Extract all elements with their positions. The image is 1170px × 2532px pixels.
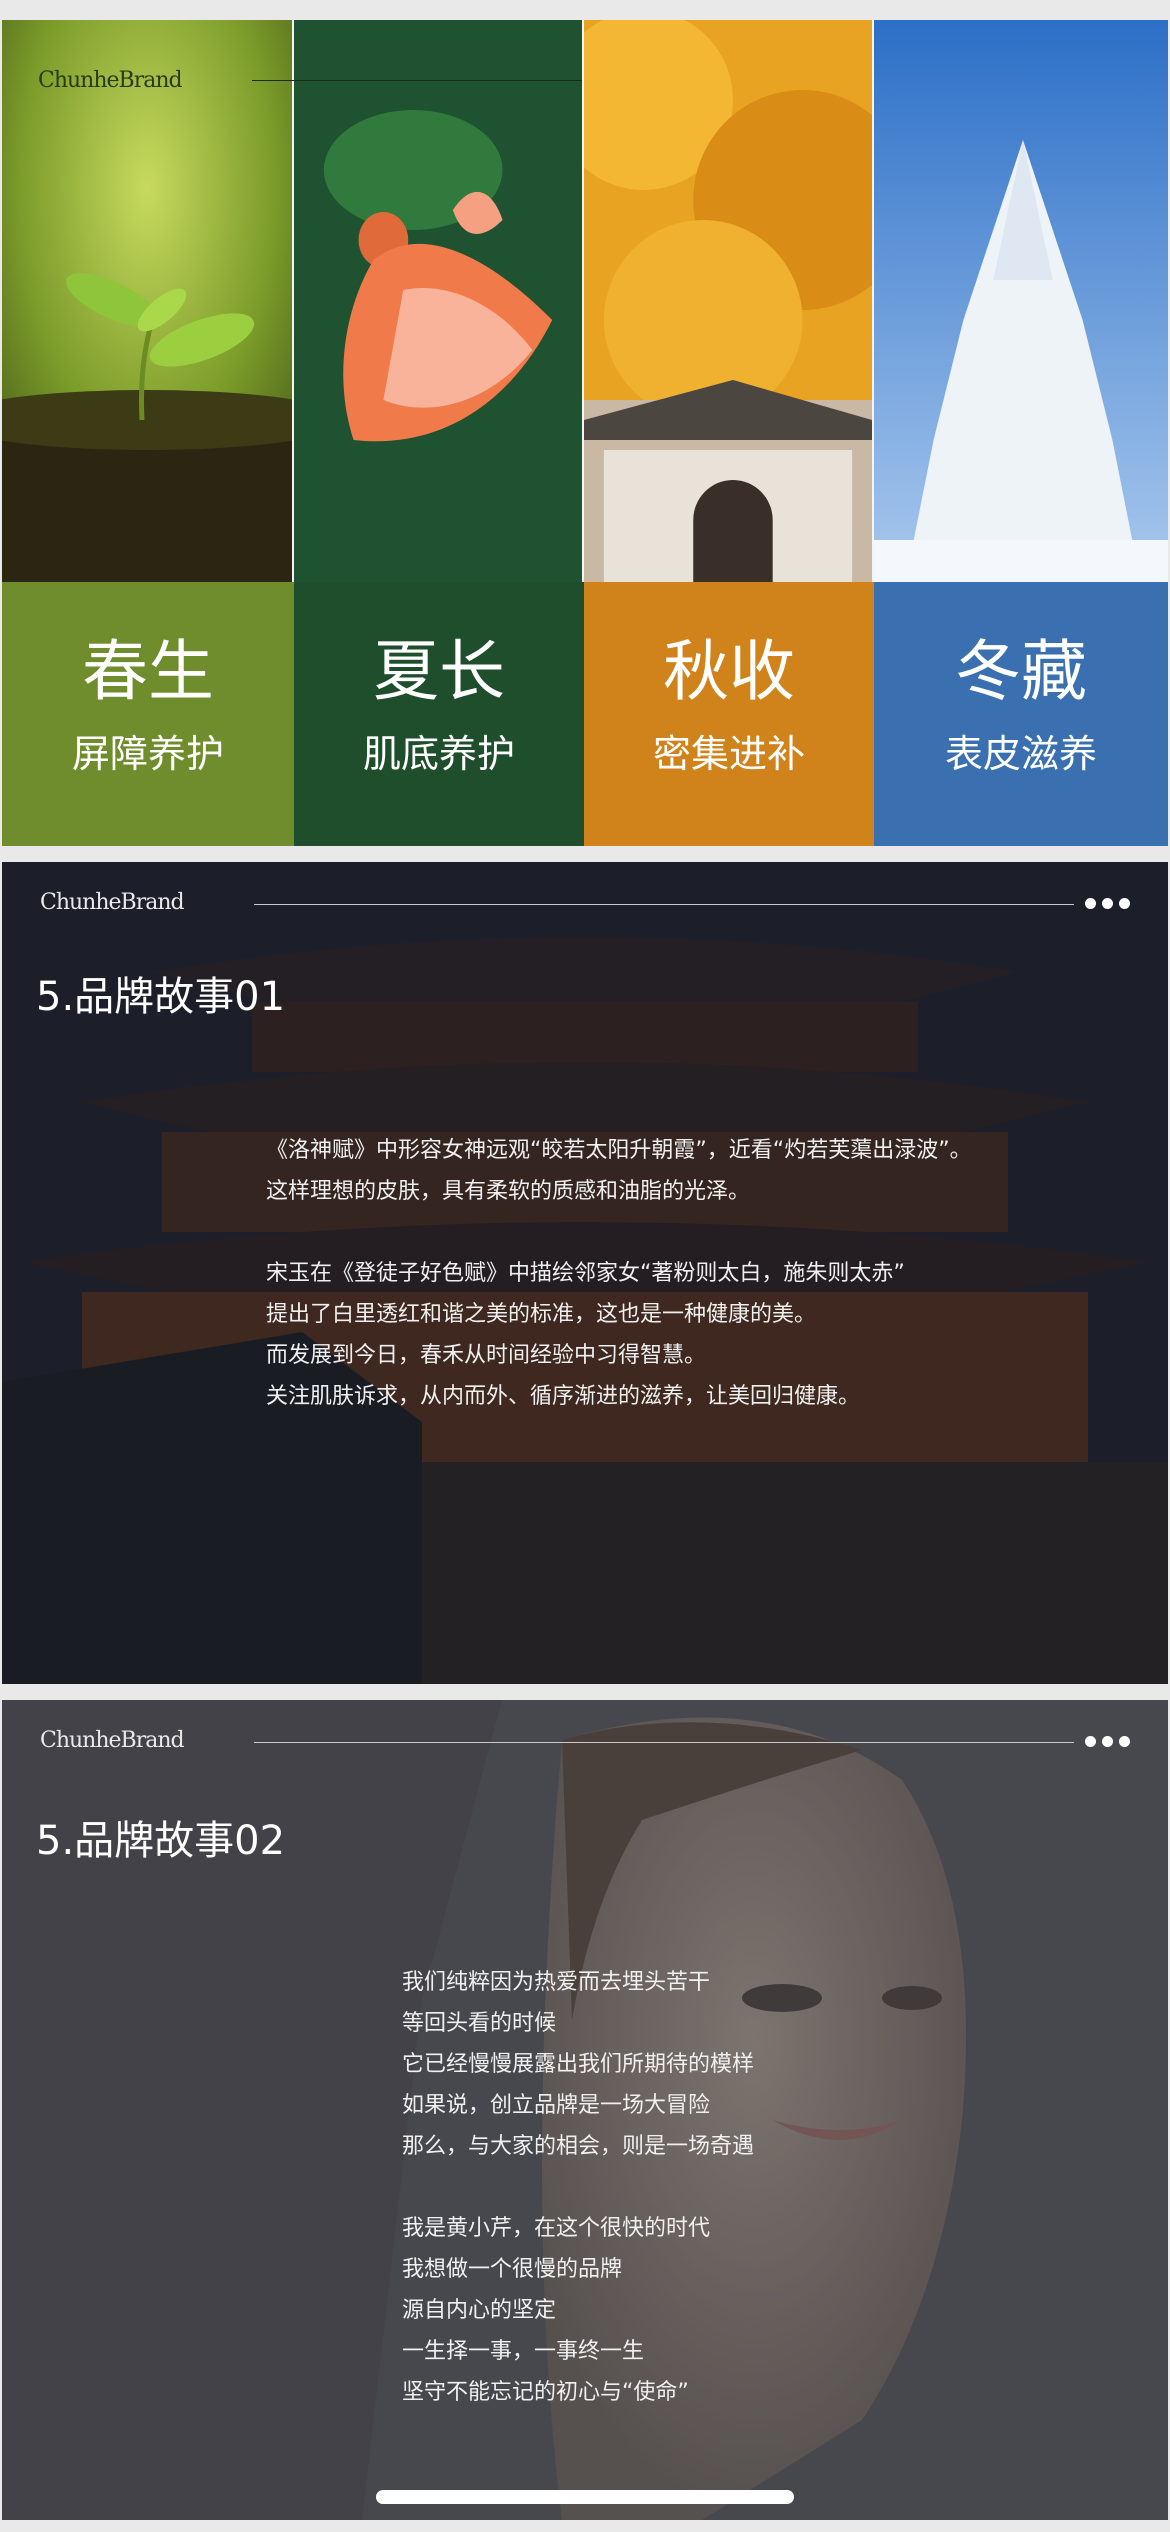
brand-divider [254, 904, 1074, 905]
season-card-summer: 夏长 肌底养护 [294, 582, 584, 846]
story-line: 《洛神赋》中形容女神远观“皎若太阳升朝霞”，近看“灼若芙蕖出渌波”。 [266, 1138, 972, 1163]
brand-logo: ChunheBrand [40, 1728, 185, 1753]
brand-logo: ChunheBrand [40, 890, 185, 915]
season-care: 表皮滋养 [944, 732, 1097, 776]
slide-title: 5.品牌故事02 [36, 1818, 286, 1864]
season-labels: 春生 屏障养护 夏长 肌底养护 秋收 密集进补 冬藏 表皮滋养 [2, 582, 1168, 846]
season-name: 冬藏 [955, 633, 1087, 710]
season-photos [2, 20, 1168, 582]
brand-divider [252, 80, 582, 81]
more-dots-icon[interactable] [1085, 1736, 1130, 1747]
story-line: 等回头看的时候 [402, 2011, 557, 2036]
slide-title: 5.品牌故事01 [36, 974, 286, 1020]
story-line: 提出了白里透红和谐之美的标准，这也是一种健康的美。 [266, 1302, 817, 1327]
season-care: 密集进补 [652, 732, 805, 776]
winter-tree-photo [872, 20, 1168, 582]
story-text: 我们纯粹因为热爱而去埋头苦干 等回头看的时候 它已经慢慢展露出我们所期待的模样 … [402, 1962, 754, 2413]
brand-story-02-slide: ChunheBrand 5.品牌故事02 我们纯粹因为热爱而去埋头苦干 等回头看… [2, 1700, 1168, 2520]
story-line: 关注肌肤诉求，从内而外、循序渐进的滋养，让美回归健康。 [266, 1384, 861, 1409]
story-line: 它已经慢慢展露出我们所期待的模样 [402, 2052, 755, 2077]
season-care: 屏障养护 [71, 732, 224, 776]
story-line: 坚守不能忘记的初心与“使命” [402, 2380, 689, 2405]
home-indicator[interactable] [376, 2490, 794, 2504]
story-text: 《洛神赋》中形容女神远观“皎若太阳升朝霞”，近看“灼若芙蕖出渌波”。 这样理想的… [266, 1130, 972, 1417]
seasons-slide: ChunheBrand 春生 屏障养护 夏长 肌底养护 秋收 密集进补 冬藏 表… [2, 20, 1168, 846]
season-card-spring: 春生 屏障养护 [2, 582, 294, 846]
brand-divider [254, 1742, 1074, 1743]
season-card-winter: 冬藏 表皮滋养 [874, 582, 1168, 846]
story-line: 这样理想的皮肤，具有柔软的质感和油脂的光泽。 [266, 1179, 751, 1204]
more-dots-icon[interactable] [1085, 898, 1130, 909]
story-line: 那么，与大家的相会，则是一场奇遇 [402, 2134, 755, 2159]
season-name: 秋收 [663, 633, 795, 710]
autumn-ginkgo-photo [582, 20, 872, 582]
season-card-autumn: 秋收 密集进补 [584, 582, 874, 846]
season-care: 肌底养护 [362, 732, 515, 776]
page: ChunheBrand 春生 屏障养护 夏长 肌底养护 秋收 密集进补 冬藏 表… [0, 0, 1170, 2532]
season-name: 夏长 [373, 633, 505, 710]
story-line: 源自内心的坚定 [402, 2298, 557, 2323]
brand-logo: ChunheBrand [38, 68, 183, 93]
story-line: 如果说，创立品牌是一场大冒险 [402, 2093, 711, 2118]
brand-story-01-slide: ChunheBrand 5.品牌故事01 《洛神赋》中形容女神远观“皎若太阳升朝… [2, 862, 1168, 1684]
spring-sprout-photo [2, 20, 292, 582]
story-line: 而发展到今日，春禾从时间经验中习得智慧。 [266, 1343, 707, 1368]
season-name: 春生 [82, 633, 214, 710]
summer-flower-photo [292, 20, 582, 582]
story-line: 一生择一事，一事终一生 [402, 2339, 645, 2364]
story-line: 我是黄小芹，在这个很快的时代 [402, 2216, 711, 2241]
story-line: 我们纯粹因为热爱而去埋头苦干 [402, 1970, 711, 1995]
story-line: 宋玉在《登徒子好色赋》中描绘邻家女“著粉则太白，施朱则太赤” [266, 1261, 905, 1286]
story-line: 我想做一个很慢的品牌 [402, 2257, 623, 2282]
